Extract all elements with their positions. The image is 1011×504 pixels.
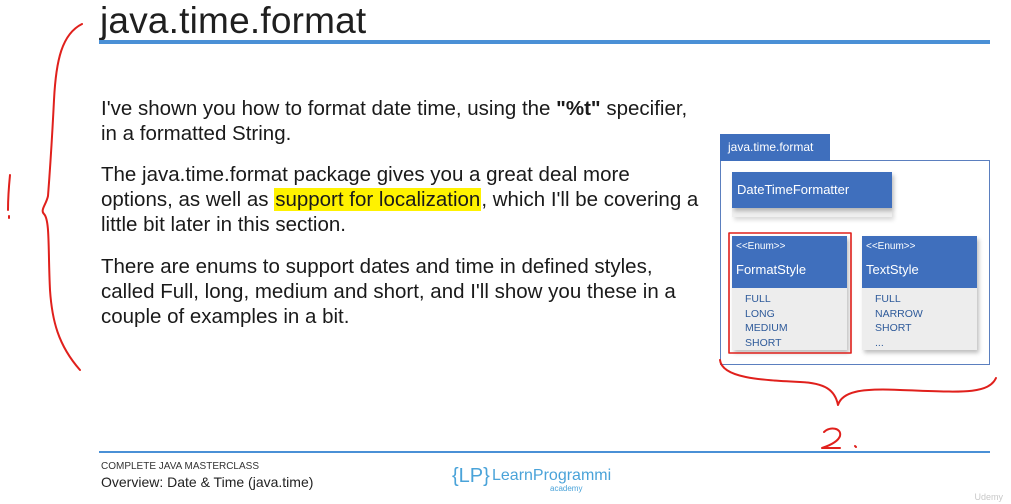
logo-bracket: {LP} (452, 465, 490, 487)
enum-stereotype: <<Enum>> (866, 241, 916, 252)
course-name: COMPLETE JAVA MASTERCLASS (101, 461, 260, 472)
mark-two (821, 427, 842, 449)
enum-value: FULL (745, 293, 771, 305)
enum-value: NARROW (875, 307, 923, 320)
p1-text: I've shown you how to format date time, … (101, 97, 557, 120)
mark-two-dot (854, 445, 857, 448)
p1-bold: "%t" (556, 97, 601, 120)
left-brace-mark (41, 23, 83, 371)
enum-value: LONG (745, 307, 775, 320)
enum-formatstyle: <<Enum>> FormatStyle FULL LONG MEDIUM SH… (732, 236, 847, 350)
enum-textstyle: <<Enum>> TextStyle FULL NARROW SHORT ... (862, 236, 977, 350)
logo-sub: academy (550, 484, 582, 493)
paragraph-package: The java.time.format package gives you a… (101, 162, 701, 237)
slide-title: java.time.format (100, 0, 367, 41)
paragraph-format-specifier: I've shown you how to format date time, … (101, 96, 701, 146)
footer-divider (99, 451, 990, 453)
udemy-watermark: Udemy (974, 492, 1003, 502)
mark-one (7, 174, 11, 211)
highlighted-text: support for localization (274, 188, 482, 211)
enum-value: MEDIUM (745, 322, 788, 334)
logo-main: LearnProgramming (492, 467, 612, 484)
class-datetimeformatter: DateTimeFormatter (732, 172, 892, 208)
enum-name: TextStyle (866, 262, 919, 277)
package-tab: java.time.format (720, 134, 830, 161)
paragraph-enums: There are enums to support dates and tim… (101, 255, 676, 328)
enum-value: SHORT (875, 322, 912, 334)
enum-value: ... (875, 336, 884, 349)
enum-value: FULL (875, 293, 901, 305)
class-body (732, 208, 892, 217)
enum-stereotype: <<Enum>> (736, 241, 786, 252)
section-subtitle: Overview: Date & Time (java.time) (101, 474, 314, 490)
enum-name: FormatStyle (736, 262, 807, 277)
title-divider (99, 40, 990, 44)
bottom-brace-mark (719, 359, 997, 406)
enum-value: SHORT (745, 336, 782, 349)
learnprogramming-logo: {LP} LearnProgramming academy (452, 465, 612, 493)
